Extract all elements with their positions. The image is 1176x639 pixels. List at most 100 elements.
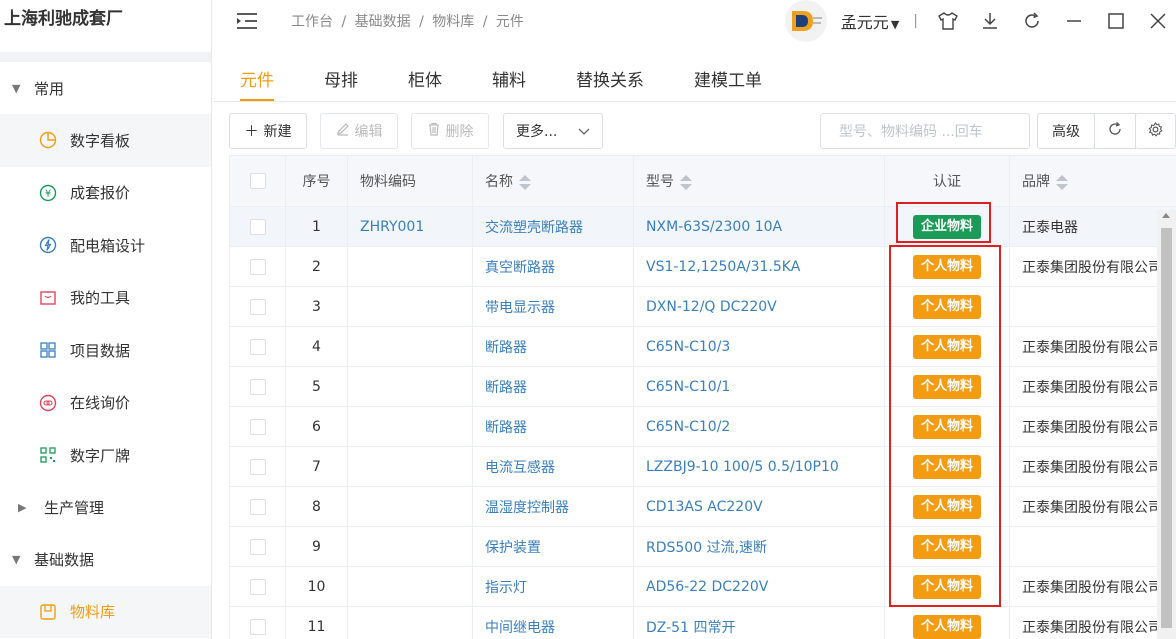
cell-name[interactable]: 中间继电器 bbox=[472, 606, 634, 639]
edit-button[interactable]: 编辑 bbox=[320, 113, 398, 149]
row-checkbox[interactable] bbox=[249, 298, 266, 315]
column-header-brand[interactable]: 品牌 bbox=[1009, 155, 1176, 207]
cell-code[interactable] bbox=[347, 246, 473, 287]
minimize-icon[interactable] bbox=[1064, 11, 1084, 31]
cell-model[interactable]: DZ-51 四常开 bbox=[633, 606, 885, 639]
table-row[interactable]: 9 保护装置 RDS500 过流,速断 个人物料 bbox=[229, 526, 1176, 567]
tab-cabinet[interactable]: 柜体 bbox=[408, 54, 442, 101]
cell-name[interactable]: 断路器 bbox=[472, 366, 634, 407]
row-checkbox[interactable] bbox=[249, 258, 266, 275]
sidebar-group-production[interactable]: ▶ 生产管理 bbox=[0, 482, 211, 534]
cell-code[interactable] bbox=[347, 406, 473, 447]
tab-busbar[interactable]: 母排 bbox=[324, 54, 358, 101]
cell-code[interactable] bbox=[347, 526, 473, 567]
cell-name[interactable]: 电流互感器 bbox=[472, 446, 634, 487]
cell-model[interactable]: AD56-22 DC220V bbox=[633, 566, 885, 607]
cell-model[interactable]: C65N-C10/3 bbox=[633, 326, 885, 367]
refresh-icon[interactable] bbox=[1022, 11, 1042, 31]
tab-replacement[interactable]: 替换关系 bbox=[576, 54, 644, 101]
sidebar-item-dashboard[interactable]: 数字看板 bbox=[0, 114, 211, 167]
download-icon[interactable] bbox=[980, 11, 1000, 31]
cell-name[interactable]: 断路器 bbox=[472, 406, 634, 447]
cell-name[interactable]: 交流塑壳断路器 bbox=[472, 206, 634, 247]
sidebar-group-common[interactable]: ▼ 常用 bbox=[0, 62, 211, 114]
delete-button[interactable]: 删除 bbox=[411, 113, 489, 149]
user-menu[interactable]: 孟元元 ▼ bbox=[841, 9, 899, 33]
maximize-icon[interactable] bbox=[1106, 11, 1126, 31]
sidebar-item-tools[interactable]: 我的工具 bbox=[0, 272, 211, 325]
sidebar-item-project-data[interactable]: 项目数据 bbox=[0, 324, 211, 377]
sort-icon[interactable] bbox=[680, 174, 692, 190]
cell-code[interactable] bbox=[347, 606, 473, 639]
row-checkbox[interactable] bbox=[249, 338, 266, 355]
cell-code[interactable] bbox=[347, 366, 473, 407]
cell-code[interactable] bbox=[347, 446, 473, 487]
sidebar-item-panel-design[interactable]: 配电箱设计 bbox=[0, 219, 211, 272]
row-checkbox[interactable] bbox=[249, 538, 266, 555]
table-row[interactable]: 6 断路器 C65N-C10/2 个人物料 正泰集团股份有限公司 bbox=[229, 406, 1176, 447]
table-row[interactable]: 1 ZHRY001 交流塑壳断路器 NXM-63S/2300 10A 企业物料 … bbox=[229, 206, 1176, 247]
row-checkbox[interactable] bbox=[249, 578, 266, 595]
cell-name[interactable]: 保护装置 bbox=[472, 526, 634, 567]
table-row[interactable]: 5 断路器 C65N-C10/1 个人物料 正泰集团股份有限公司 bbox=[229, 366, 1176, 407]
cell-model[interactable]: DXN-12/Q DC220V bbox=[633, 286, 885, 327]
cell-name[interactable]: 带电显示器 bbox=[472, 286, 634, 327]
column-header-name[interactable]: 名称 bbox=[472, 155, 634, 207]
cell-model[interactable]: C65N-C10/2 bbox=[633, 406, 885, 447]
tab-component[interactable]: 元件 bbox=[240, 54, 274, 101]
breadcrumb-item[interactable]: 基础数据 bbox=[355, 14, 411, 30]
row-checkbox[interactable] bbox=[249, 378, 266, 395]
close-icon[interactable] bbox=[1148, 11, 1168, 31]
cell-model[interactable]: C65N-C10/1 bbox=[633, 366, 885, 407]
cell-code[interactable]: ZHRY001 bbox=[347, 206, 473, 247]
cell-name[interactable]: 断路器 bbox=[472, 326, 634, 367]
search-input[interactable]: 型号、物料编码 ...回车 bbox=[820, 113, 1030, 149]
row-checkbox[interactable] bbox=[249, 418, 266, 435]
breadcrumb-item[interactable]: 物料库 bbox=[432, 14, 474, 30]
table-row[interactable]: 10 指示灯 AD56-22 DC220V 个人物料 正泰集团股份有限公司 bbox=[229, 566, 1176, 607]
shirt-icon[interactable] bbox=[938, 11, 958, 31]
table-row[interactable]: 3 带电显示器 DXN-12/Q DC220V 个人物料 bbox=[229, 286, 1176, 327]
row-checkbox[interactable] bbox=[249, 218, 266, 235]
tab-accessories[interactable]: 辅料 bbox=[492, 54, 526, 101]
cell-name[interactable]: 指示灯 bbox=[472, 566, 634, 607]
tab-modeling-order[interactable]: 建模工单 bbox=[694, 54, 762, 101]
table-row[interactable]: 8 温湿度控制器 CD13AS AC220V 个人物料 正泰集团股份有限公司 bbox=[229, 486, 1176, 527]
more-dropdown[interactable]: 更多... bbox=[503, 113, 603, 149]
sidebar-item-quote[interactable]: ¥ 成套报价 bbox=[0, 167, 211, 220]
refresh-table-button[interactable] bbox=[1094, 113, 1136, 149]
sidebar-item-inquiry[interactable]: 在线询价 bbox=[0, 377, 211, 430]
table-row[interactable]: 4 断路器 C65N-C10/3 个人物料 正泰集团股份有限公司 bbox=[229, 326, 1176, 367]
scrollbar-thumb[interactable] bbox=[1161, 228, 1172, 628]
select-all-checkbox[interactable] bbox=[249, 173, 266, 189]
table-row[interactable]: 11 中间继电器 DZ-51 四常开 个人物料 正泰集团股份有限公司 bbox=[229, 606, 1176, 639]
breadcrumb-item[interactable]: 工作台 bbox=[291, 14, 333, 30]
cell-code[interactable] bbox=[347, 486, 473, 527]
cell-code[interactable] bbox=[347, 566, 473, 607]
table-row[interactable]: 2 真空断路器 VS1-12,1250A/31.5KA 个人物料 正泰集团股份有… bbox=[229, 246, 1176, 287]
cell-code[interactable] bbox=[347, 326, 473, 367]
advanced-search-button[interactable]: 高级 bbox=[1037, 113, 1095, 149]
row-checkbox[interactable] bbox=[249, 618, 266, 635]
sidebar-item-material-library[interactable]: 物料库 bbox=[0, 585, 211, 638]
row-checkbox[interactable] bbox=[249, 458, 266, 475]
cell-name[interactable]: 温湿度控制器 bbox=[472, 486, 634, 527]
sort-icon[interactable] bbox=[519, 174, 531, 190]
column-settings-button[interactable] bbox=[1135, 113, 1176, 149]
row-checkbox[interactable] bbox=[249, 498, 266, 515]
cell-code[interactable] bbox=[347, 286, 473, 327]
cell-name[interactable]: 真空断路器 bbox=[472, 246, 634, 287]
sidebar-group-basic-data[interactable]: ▼ 基础数据 bbox=[0, 534, 211, 586]
cell-model[interactable]: RDS500 过流,速断 bbox=[633, 526, 885, 567]
cell-model[interactable]: CD13AS AC220V bbox=[633, 486, 885, 527]
new-button[interactable]: ＋新建 bbox=[229, 113, 307, 149]
sort-icon[interactable] bbox=[1056, 174, 1068, 190]
table-scrollbar[interactable] bbox=[1157, 210, 1176, 639]
avatar[interactable] bbox=[784, 0, 827, 42]
scroll-up-icon[interactable] bbox=[1162, 213, 1170, 218]
table-row[interactable]: 7 电流互感器 LZZBJ9-10 100/5 0.5/10P10 个人物料 正… bbox=[229, 446, 1176, 487]
menu-fold-icon[interactable] bbox=[235, 9, 259, 33]
sidebar-item-digital-nameplate[interactable]: 数字厂牌 bbox=[0, 429, 211, 482]
cell-model[interactable]: VS1-12,1250A/31.5KA bbox=[633, 246, 885, 287]
cell-model[interactable]: NXM-63S/2300 10A bbox=[633, 206, 885, 247]
